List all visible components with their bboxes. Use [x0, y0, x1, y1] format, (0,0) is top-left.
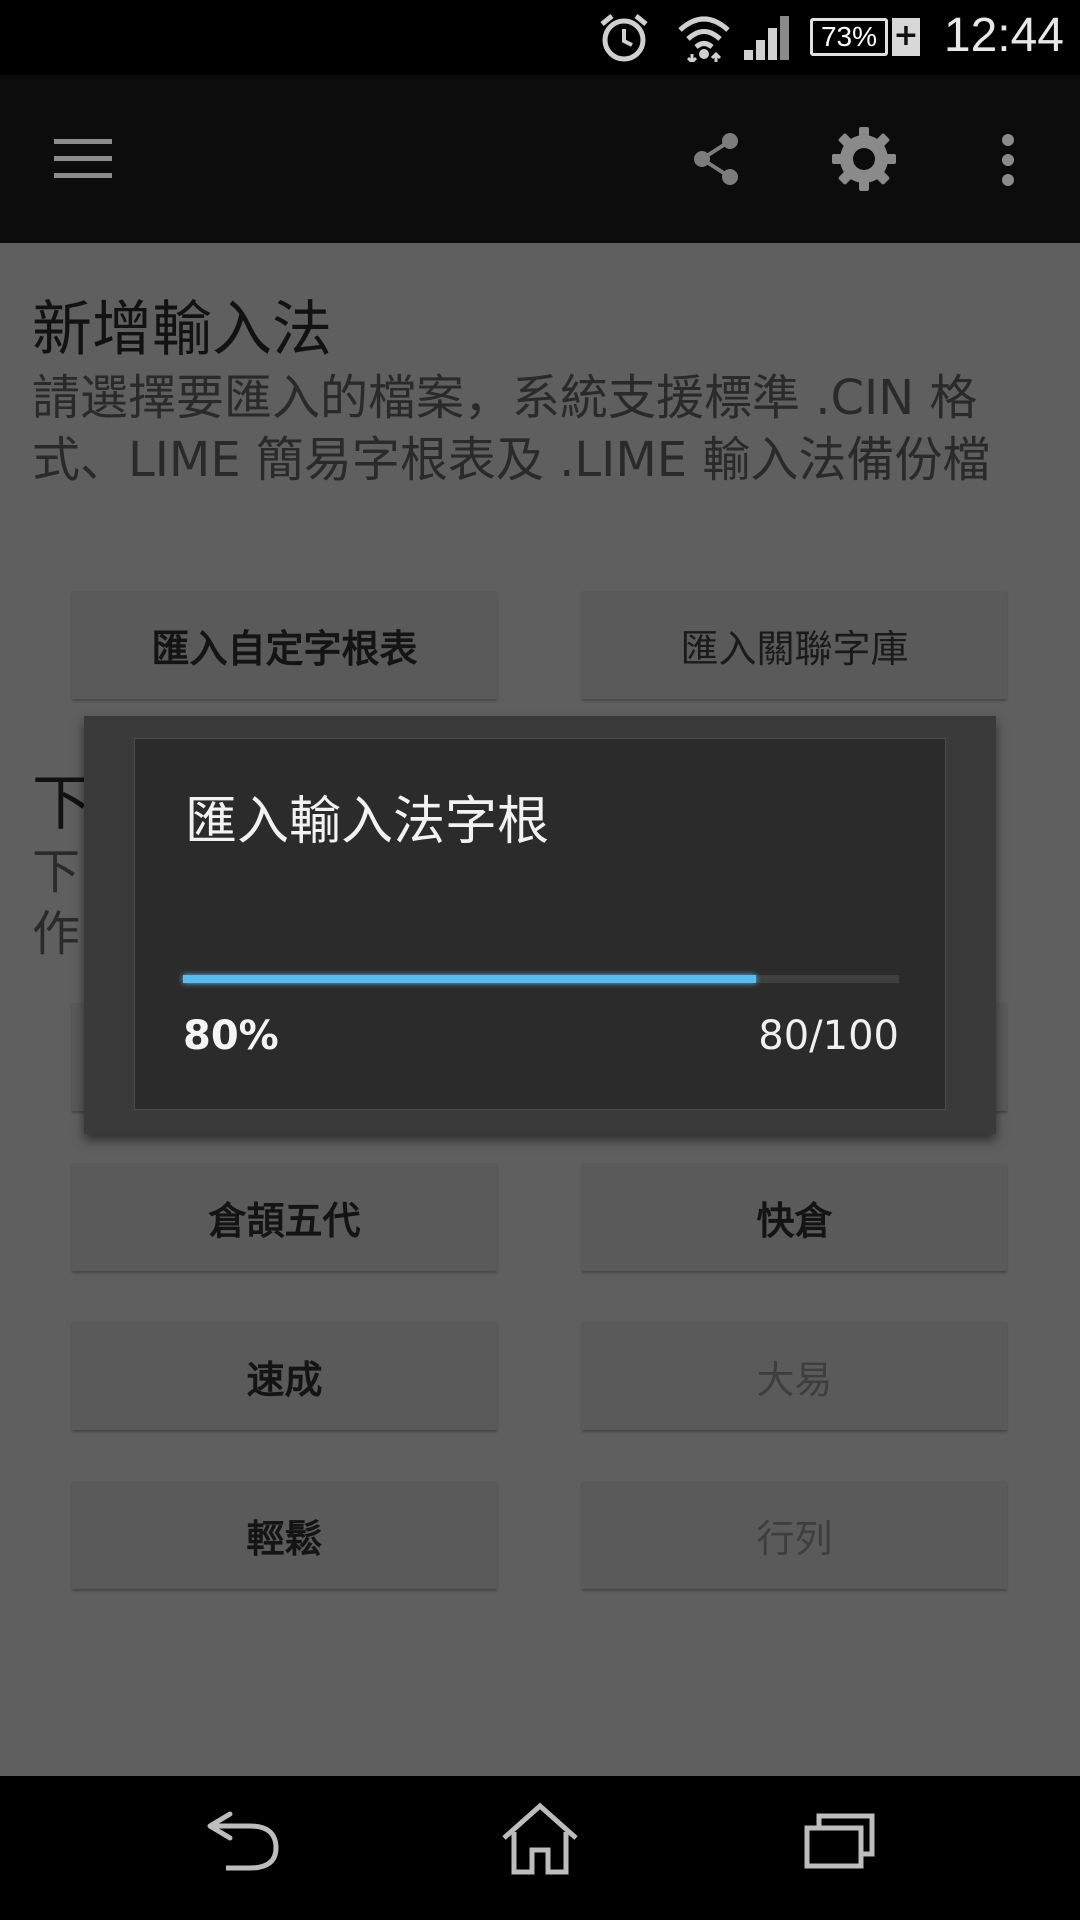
import-related-dict-button[interactable]: 匯入關聯字庫: [582, 591, 1007, 699]
wifi-icon: [678, 16, 730, 62]
back-icon[interactable]: [204, 1808, 284, 1872]
progress-count: 80/100: [758, 1013, 899, 1059]
status-bar: 73% + 12:44: [0, 0, 1080, 75]
settings-icon[interactable]: [832, 127, 896, 191]
share-icon[interactable]: [692, 131, 742, 187]
home-icon[interactable]: [500, 1802, 580, 1876]
clock: 12:44: [943, 9, 1064, 62]
alarm-icon: [600, 14, 648, 62]
navigation-bar: [0, 1776, 1080, 1920]
menu-icon[interactable]: [54, 135, 114, 183]
progress-percent: 80%: [183, 1013, 279, 1059]
progress-dialog: 匯入輸入法字根 80% 80/100: [134, 738, 946, 1110]
progress-dialog-frame: 匯入輸入法字根 80% 80/100: [84, 716, 996, 1134]
progress-bar-fill: [183, 975, 756, 983]
im-button-kuaicang[interactable]: 快倉: [582, 1163, 1007, 1271]
im-button-cangjie5[interactable]: 倉頡五代: [72, 1163, 497, 1271]
progress-bar: [183, 975, 899, 983]
im-button-qingsong[interactable]: 輕鬆: [72, 1481, 497, 1589]
action-bar: [0, 75, 1080, 243]
recents-icon[interactable]: [804, 1810, 876, 1870]
battery-icon: 73%: [810, 18, 888, 56]
import-custom-table-button[interactable]: 匯入自定字根表: [72, 591, 497, 699]
battery-charging-icon: +: [892, 18, 920, 56]
battery-level: 73%: [820, 21, 878, 52]
section-title-download: 下: [32, 769, 92, 839]
im-button-sucheng[interactable]: 速成: [72, 1322, 497, 1430]
dialog-title: 匯入輸入法字根: [185, 792, 550, 852]
im-button-dayi: 大易: [582, 1322, 1007, 1430]
section-title-add: 新增輸入法: [32, 295, 332, 365]
more-vert-icon[interactable]: [996, 133, 1020, 187]
im-button-array: 行列: [582, 1481, 1007, 1589]
section-desc-add: 請選擇要匯入的檔案，系統支援標準 .CIN 格式、LIME 簡易字根表及 .LI…: [32, 370, 991, 488]
signal-icon: [744, 16, 789, 60]
